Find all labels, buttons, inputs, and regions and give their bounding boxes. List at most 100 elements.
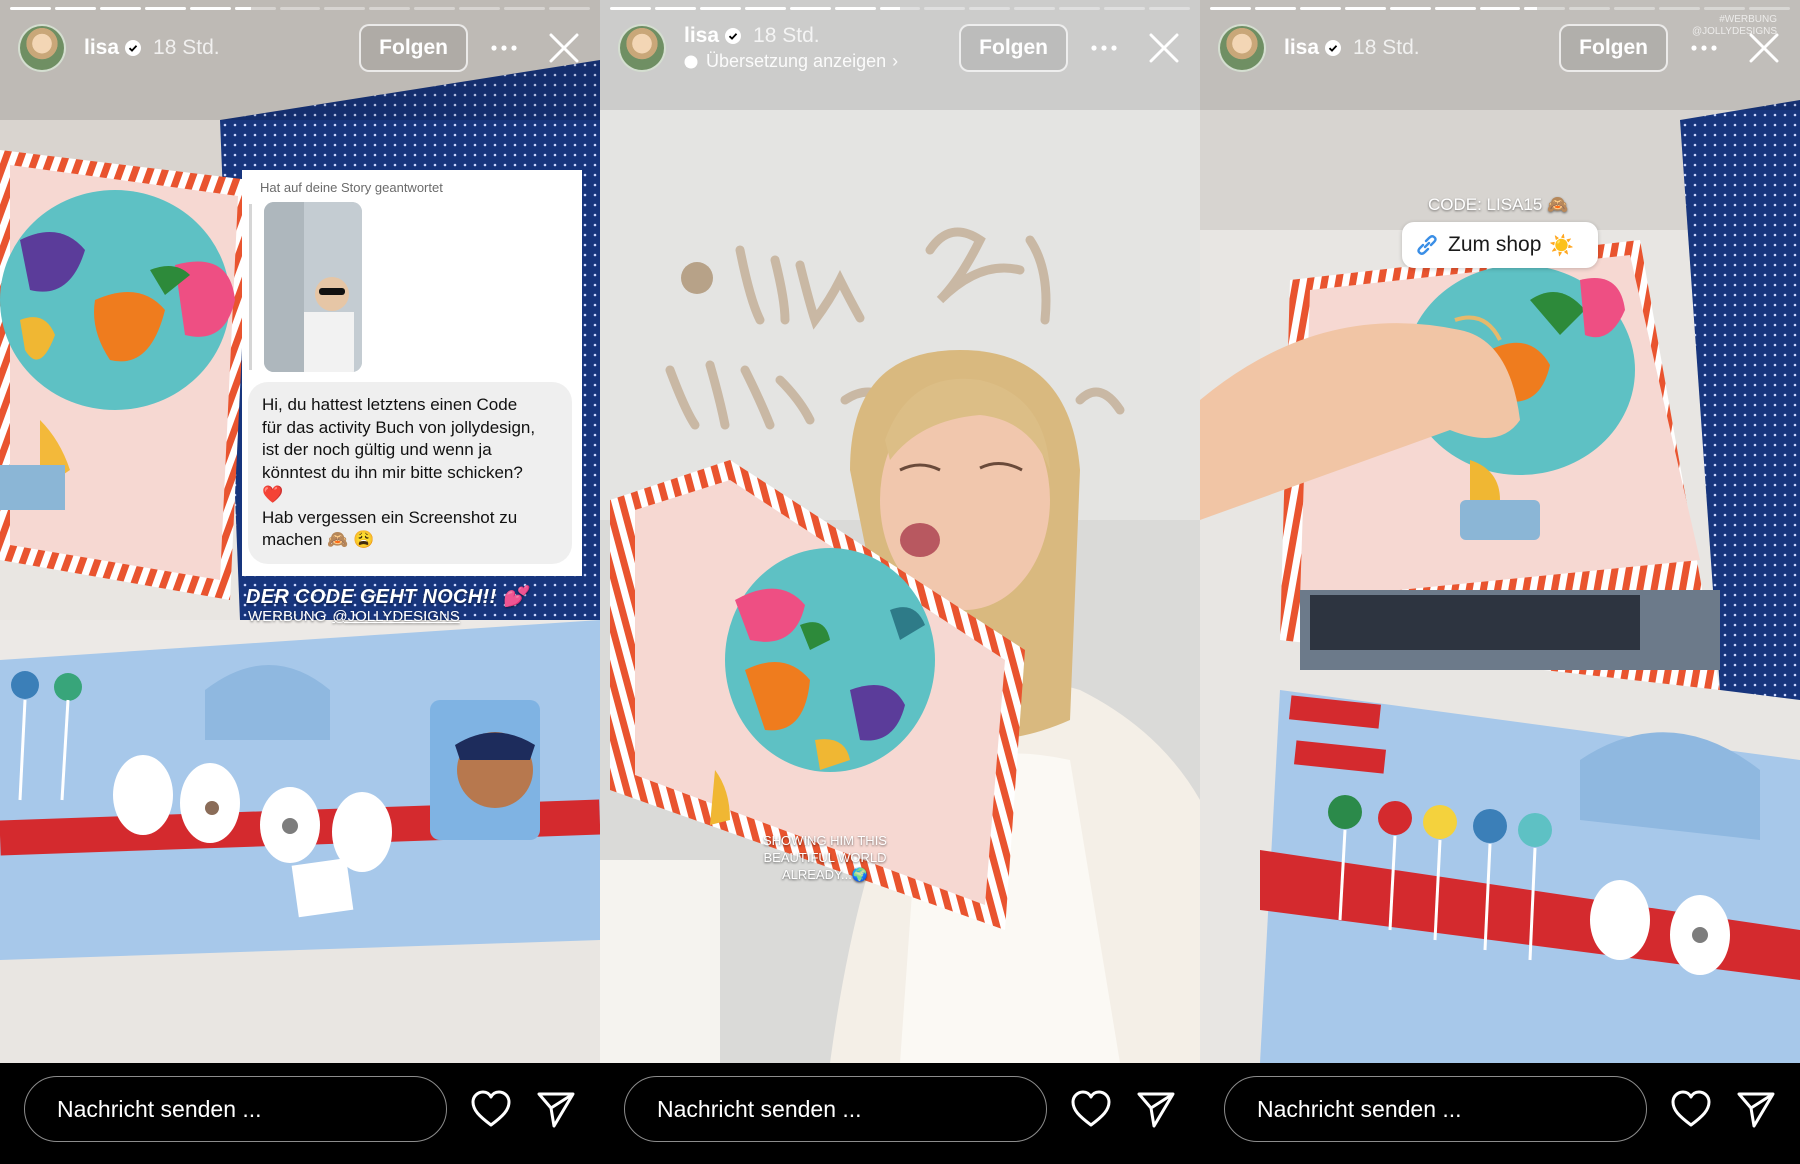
follow-button[interactable]: Folgen	[1559, 24, 1668, 72]
progress-fill	[54, 7, 96, 10]
heart-icon	[1671, 1090, 1711, 1127]
progress-fill	[744, 7, 786, 10]
discount-code-text: CODE: LISA15 🙈	[1428, 195, 1569, 214]
close-button[interactable]	[1140, 24, 1188, 72]
progress-segment	[879, 7, 921, 10]
progress-fill	[699, 7, 741, 10]
message-input[interactable]: Nachricht senden ...	[24, 1076, 447, 1142]
story-photo-selfie	[600, 0, 1200, 1063]
reply-quote-bar	[249, 204, 252, 370]
progress-fill	[10, 7, 51, 10]
progress-segment	[1059, 7, 1101, 10]
share-button[interactable]	[1135, 1089, 1177, 1129]
message-input[interactable]: Nachricht senden ...	[1224, 1076, 1647, 1142]
progress-segment	[459, 7, 501, 10]
more-dots-icon	[1091, 45, 1117, 51]
like-button[interactable]	[1670, 1089, 1712, 1129]
close-button[interactable]	[540, 24, 588, 72]
progress-fill	[1210, 7, 1251, 10]
progress-fill	[99, 7, 141, 10]
speech-bubble-icon	[684, 55, 698, 68]
reply-line: Hi, du hattest letztens einen Code	[262, 395, 518, 414]
progress-fill	[610, 7, 651, 10]
share-button[interactable]	[535, 1089, 577, 1129]
reply-line: ❤️	[262, 485, 284, 504]
progress-fill	[1434, 7, 1476, 10]
progress-fill	[1299, 7, 1341, 10]
post-time: 18 Std.	[153, 36, 220, 59]
story-progress-bar	[10, 7, 590, 10]
caption-line: BEAUTIFUL WORLD	[763, 850, 887, 865]
more-options-button[interactable]	[1080, 24, 1128, 72]
caption-line: ALREADY...🌍	[781, 867, 869, 882]
story-reply-card: Hat auf deine Story geantwortet Hi, du h…	[242, 170, 582, 576]
story-panel-1[interactable]: lisa 18 Std. Folgen Hat auf deine Story …	[0, 0, 600, 1164]
reply-line: für das activity Buch von jollydesign,	[262, 417, 536, 437]
reply-line: machen 🙈 😩	[262, 530, 375, 549]
story-progress-bar	[1210, 7, 1790, 10]
follow-button[interactable]: Folgen	[359, 24, 468, 72]
story-caption: DER CODE GEHT NOCH!! 💕	[246, 586, 528, 608]
watermark-line: @JOLLYDESIGNS	[1692, 26, 1777, 37]
avatar[interactable]	[618, 24, 666, 72]
progress-segment	[54, 7, 96, 10]
progress-segment	[610, 7, 651, 10]
mention-link[interactable]: @JOLLYDESIGNS	[332, 608, 460, 625]
progress-segment	[324, 7, 366, 10]
chevron-right-icon: ›	[892, 51, 899, 71]
progress-segment	[10, 7, 51, 10]
close-icon	[549, 33, 579, 63]
progress-segment	[1614, 7, 1656, 10]
more-dots-icon	[491, 45, 517, 51]
progress-segment	[369, 7, 411, 10]
progress-segment	[414, 7, 456, 10]
story-panel-3[interactable]: lisa 18 Std. Folgen CODE: LISA15 🙈 Zum s…	[1200, 0, 1800, 1164]
progress-fill	[1524, 7, 1537, 10]
heart-icon	[471, 1090, 511, 1127]
progress-segment	[549, 7, 590, 10]
username[interactable]: lisa	[1284, 36, 1319, 60]
story-viewer: lisa 18 Std. Folgen Hat auf deine Story …	[0, 0, 1800, 1164]
post-time: 18 Std.	[1353, 36, 1420, 59]
story-photo-activity-book-closeup	[1200, 0, 1800, 1063]
reply-message-bubble: Hi, du hattest letztens einen Code für d…	[248, 382, 572, 564]
progress-segment	[234, 7, 276, 10]
progress-fill	[834, 7, 876, 10]
progress-segment	[189, 7, 231, 10]
ad-disclosure: WERBUNG @JOLLYDESIGNS	[248, 608, 460, 625]
progress-fill	[1254, 7, 1296, 10]
follow-button[interactable]: Folgen	[959, 24, 1068, 72]
watermark-line: #WERBUNG	[1719, 14, 1777, 25]
reply-line: Hab vergessen ein Screenshot zu	[262, 507, 518, 527]
avatar[interactable]	[18, 24, 66, 72]
shop-link-sticker[interactable]: Zum shop ☀️	[1402, 222, 1598, 268]
heart-icon	[1071, 1090, 1111, 1127]
like-button[interactable]	[470, 1089, 512, 1129]
progress-segment	[789, 7, 831, 10]
more-options-button[interactable]	[480, 24, 528, 72]
close-icon	[1149, 33, 1179, 63]
translate-link[interactable]: Übersetzung anzeigen ›	[684, 51, 898, 72]
progress-segment	[1254, 7, 1296, 10]
username[interactable]: lisa	[684, 24, 719, 48]
avatar[interactable]	[1218, 24, 1266, 72]
progress-segment	[1659, 7, 1701, 10]
progress-segment	[99, 7, 141, 10]
progress-segment	[1569, 7, 1611, 10]
share-button[interactable]	[1735, 1089, 1777, 1129]
progress-segment	[504, 7, 546, 10]
like-button[interactable]	[1070, 1089, 1112, 1129]
progress-fill	[234, 7, 251, 10]
progress-segment	[1014, 7, 1056, 10]
progress-segment	[699, 7, 741, 10]
sun-emoji: ☀️	[1549, 234, 1575, 257]
progress-segment	[1524, 7, 1566, 10]
progress-segment	[654, 7, 696, 10]
progress-fill	[1389, 7, 1431, 10]
username[interactable]: lisa	[84, 36, 119, 60]
story-panel-2[interactable]: lisa 18 Std. Übersetzung anzeigen › Folg…	[600, 0, 1200, 1164]
message-input[interactable]: Nachricht senden ...	[624, 1076, 1047, 1142]
progress-segment	[1749, 7, 1790, 10]
progress-fill	[654, 7, 696, 10]
shop-link-label: Zum shop	[1448, 233, 1542, 256]
